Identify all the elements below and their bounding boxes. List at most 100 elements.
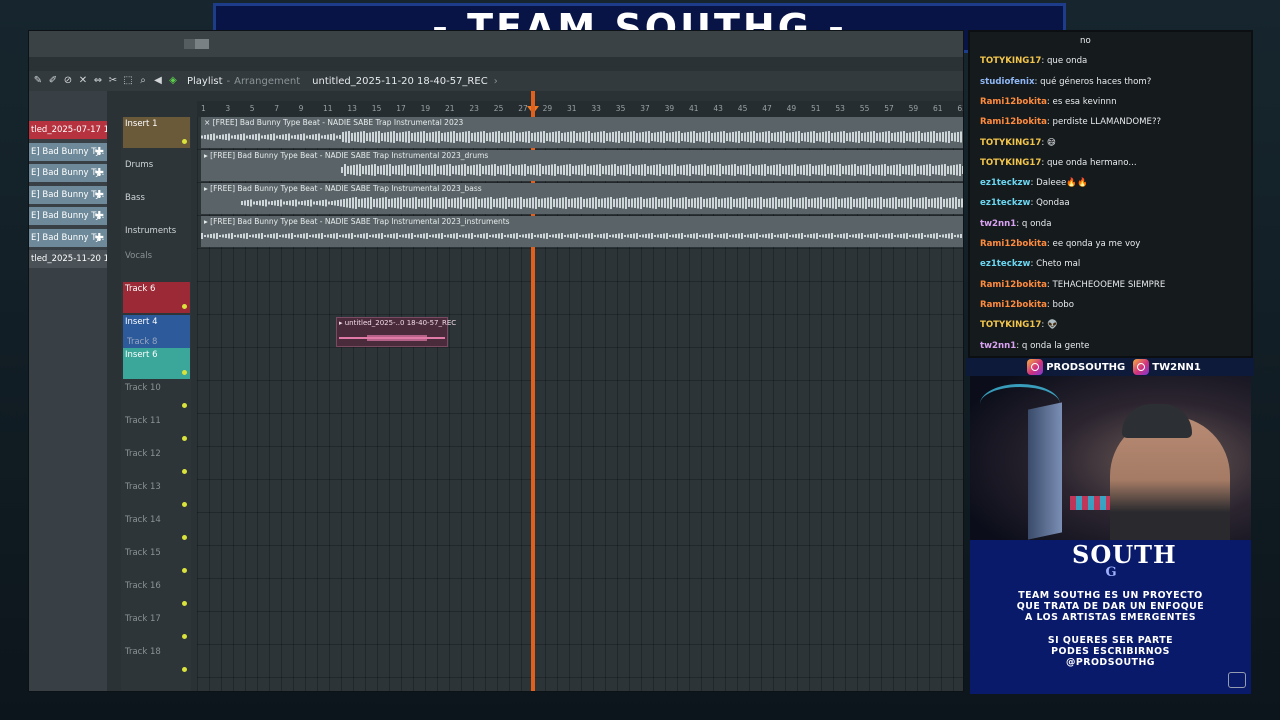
brush-icon[interactable]: ✐ [47, 75, 59, 87]
waveform-bar [450, 131, 452, 143]
waveform-bar [384, 235, 386, 237]
audio-clip[interactable]: ▸ [FREE] Bad Bunny Type Beat - NADIE SAB… [201, 150, 963, 181]
waveform-bar [729, 132, 731, 142]
chat-username[interactable]: Rami12bokita [980, 97, 1047, 107]
project-description: TEAM SOUTHG ES UN PROYECTO QUE TRATA DE … [1016, 590, 1205, 623]
browser-item[interactable]: E] Bad Bunny Ty.. ✚ [29, 228, 107, 247]
waveform-bar [225, 234, 227, 238]
waveform-bar [857, 166, 859, 174]
chat-username[interactable]: studiofenix [980, 77, 1035, 87]
track-led-indicator[interactable] [182, 502, 187, 507]
slice-icon[interactable]: ✂ [107, 75, 119, 87]
browser-item[interactable]: E] Bad Bunny Ty.. ✚ [29, 207, 107, 225]
track-header[interactable]: Instruments [123, 216, 190, 247]
browser-item[interactable]: E] Bad Bunny Ty.. ✚ [29, 164, 107, 182]
chat-username[interactable]: Rami12bokita [980, 300, 1047, 310]
slip-icon[interactable]: ⇔ [92, 75, 104, 87]
chat-username[interactable]: ez1teckzw [980, 259, 1031, 269]
waveform-bar [627, 132, 629, 142]
plus-icon[interactable]: ✚ [95, 186, 104, 204]
track-header[interactable]: Track 17 [123, 612, 190, 643]
track-header[interactable]: Track 16 [123, 579, 190, 610]
audio-clip[interactable]: ▸ [FREE] Bad Bunny Type Beat - NADIE SAB… [201, 183, 963, 214]
waveform-bar [821, 164, 823, 176]
waveform-bar [201, 233, 203, 239]
track-header[interactable]: Track 6 [123, 282, 190, 313]
browser-item[interactable]: tled_2025-11-20 18-.. [29, 250, 107, 268]
browser-item[interactable]: tled_2025-07-17 18-.. [29, 121, 107, 139]
chat-username[interactable]: TOTYKING17 [980, 56, 1041, 66]
chat-username[interactable]: TOTYKING17 [980, 158, 1041, 168]
clip-waveform [201, 233, 962, 239]
track-led-indicator[interactable] [182, 403, 187, 408]
track-led-indicator[interactable] [182, 568, 187, 573]
track-header[interactable]: Track 15 [123, 546, 190, 577]
waveform-bar [907, 197, 909, 209]
track-led-indicator[interactable] [182, 601, 187, 606]
chat-username[interactable]: tw2nn1 [980, 341, 1016, 351]
track-header[interactable]: Vocals [123, 249, 190, 280]
recording-clip[interactable]: ▸ untitled_2025-..0 18-40-57_REC [336, 317, 456, 347]
audio-clip[interactable]: ▸ [FREE] Bad Bunny Type Beat - NADIE SAB… [201, 216, 963, 247]
mute-icon[interactable]: ✕ [77, 75, 89, 87]
plus-icon[interactable]: ✚ [95, 164, 104, 182]
track-header[interactable]: Drums [123, 150, 190, 181]
waveform-bar [240, 134, 242, 140]
waveform-bar [432, 234, 434, 238]
track-header[interactable]: Track 13 [123, 480, 190, 511]
browser-item[interactable]: E] Bad Bunny Ty.. ✚ [29, 185, 107, 204]
arrangement-selector[interactable]: Arrangement [234, 76, 300, 87]
waveform-bar [812, 166, 814, 174]
track-header[interactable]: Track 14 [123, 513, 190, 544]
zoom-icon[interactable]: ⌕ [137, 75, 149, 87]
speaker-icon[interactable]: ◀ [152, 75, 164, 87]
track-header[interactable]: Bass [123, 183, 190, 214]
track-led-indicator[interactable] [182, 370, 187, 375]
waveform-bar [778, 199, 780, 207]
playhead[interactable] [531, 91, 535, 691]
track-led-indicator[interactable] [182, 304, 187, 309]
track-led-indicator[interactable] [182, 634, 187, 639]
chat-username[interactable]: Rami12bokita [980, 280, 1047, 290]
chat-username[interactable]: ez1teckzw [980, 178, 1031, 188]
chat-username[interactable]: TOTYKING17 [980, 138, 1041, 148]
waveform-bar [508, 199, 510, 207]
waveform-bar [273, 133, 275, 141]
waveform-bar [642, 132, 644, 142]
track-header[interactable]: Track 18 [123, 645, 190, 676]
waveform-bar [886, 198, 888, 208]
delete-icon[interactable]: ⊘ [62, 75, 74, 87]
blurred-button[interactable] [195, 39, 209, 49]
plus-icon[interactable]: ✚ [95, 143, 104, 161]
track-header-label: Vocals [125, 251, 153, 261]
chat-username[interactable]: tw2nn1 [980, 219, 1016, 229]
waveform-bar [477, 234, 479, 238]
waveform-bar [573, 131, 575, 143]
pencil-icon[interactable]: ✎ [32, 75, 44, 87]
timeline-ruler[interactable]: 1 3 5 7 9 11 13 15 17 19 21 23 25 27 29 31 33 35 37 39 41 43 4… [197, 101, 963, 117]
chat-username[interactable]: TOTYKING17 [980, 320, 1041, 330]
track-header[interactable]: Track 10 [123, 381, 190, 412]
plus-icon[interactable]: ✚ [95, 229, 104, 247]
chat-username[interactable]: Rami12bokita [980, 239, 1047, 249]
plus-icon[interactable]: ✚ [95, 207, 104, 225]
pattern-selector[interactable]: untitled_2025-11-20 18-40-57_REC [312, 76, 488, 87]
track-header[interactable]: Track 11 [123, 414, 190, 445]
audio-clip[interactable]: × [FREE] Bad Bunny Type Beat - NADIE SAB… [201, 117, 963, 148]
select-icon[interactable]: ⬚ [122, 75, 134, 87]
chat-username[interactable]: Rami12bokita [980, 117, 1047, 127]
track-led-indicator[interactable] [182, 667, 187, 672]
track-led-indicator[interactable] [182, 535, 187, 540]
track-led-indicator[interactable] [182, 436, 187, 441]
track-header[interactable]: Track 12 [123, 447, 190, 478]
browser-item[interactable]: E] Bad Bunny Ty.. ✚ [29, 142, 107, 161]
track-led-indicator[interactable] [182, 139, 187, 144]
track-header[interactable]: Insert 1 [123, 117, 190, 148]
track-header[interactable]: Insert 6 [123, 348, 190, 379]
waveform-bar [913, 199, 915, 207]
waveform-bar [543, 131, 545, 143]
waveform-bar [219, 135, 221, 139]
chevron-right-icon[interactable]: › [494, 76, 498, 87]
chat-username[interactable]: ez1teckzw [980, 198, 1031, 208]
track-led-indicator[interactable] [182, 469, 187, 474]
